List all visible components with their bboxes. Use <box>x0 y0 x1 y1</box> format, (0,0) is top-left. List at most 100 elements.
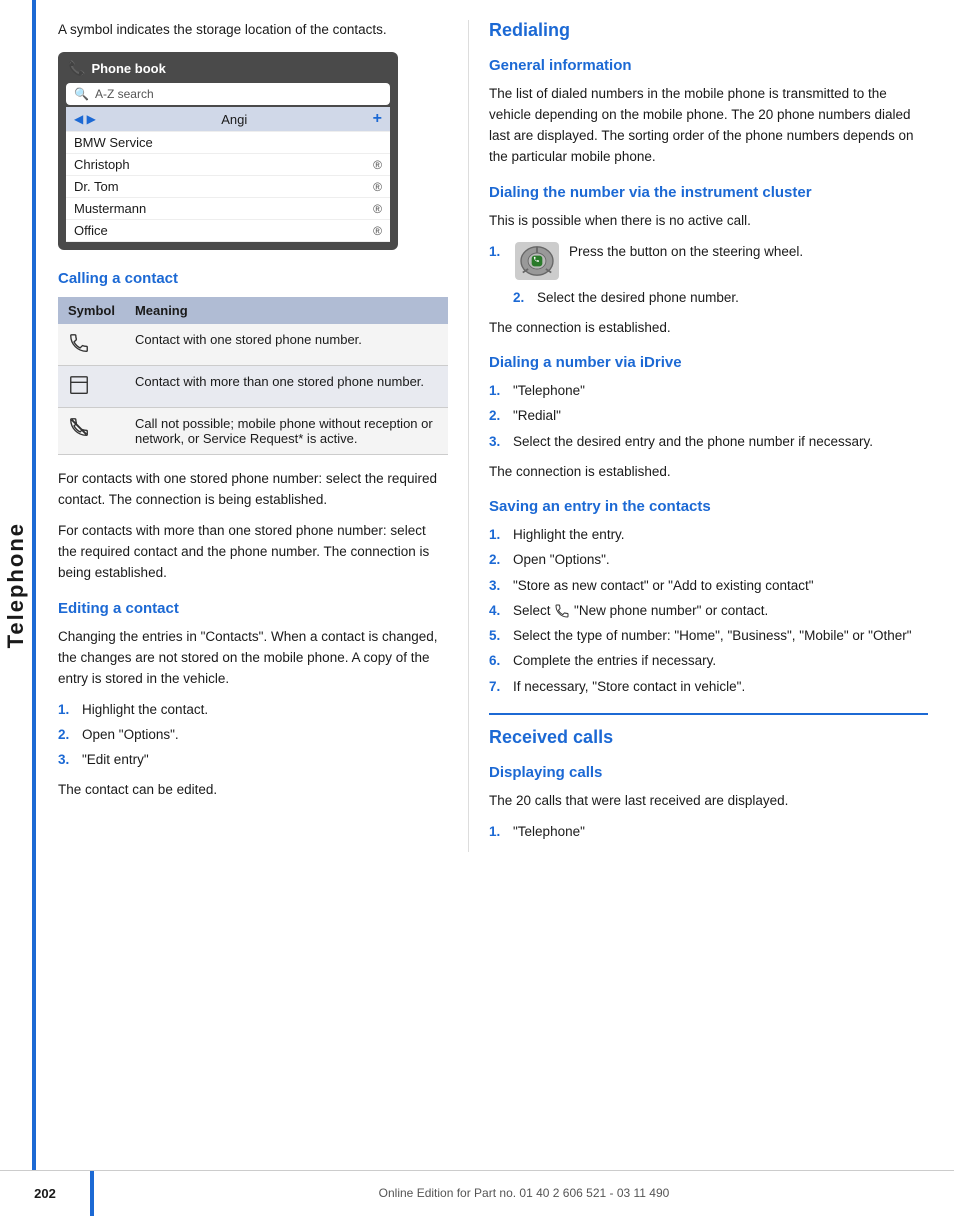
dialing-instrument-heading: Dialing the number via the instrument cl… <box>489 184 928 201</box>
contact-row-mustermann[interactable]: Mustermann ® <box>66 198 390 220</box>
step-number: 2. <box>58 725 74 745</box>
idrive-steps-list: 1. "Telephone" 2. "Redial" 3. Select the… <box>489 381 928 452</box>
step-text: If necessary, "Store contact in vehicle"… <box>513 677 745 697</box>
contact-row-bmw[interactable]: BMW Service <box>66 132 390 154</box>
list-item: 7. If necessary, "Store contact in vehic… <box>489 677 928 697</box>
dialing-step2-container: 2. Select the desired phone number. <box>513 288 928 308</box>
footer: 202 Online Edition for Part no. 01 40 2 … <box>0 1170 954 1215</box>
step-text: "Telephone" <box>513 381 585 401</box>
step-text: Select the type of number: "Home", "Busi… <box>513 626 912 646</box>
step-text: "Redial" <box>513 406 561 426</box>
dialing-idrive-heading: Dialing a number via iDrive <box>489 354 928 371</box>
search-icon: 🔍 <box>74 87 89 101</box>
step-number: 1. <box>489 525 505 545</box>
editing-steps-list: 1. Highlight the contact. 2. Open "Optio… <box>58 700 448 771</box>
table-row: Contact with more than one stored phone … <box>58 366 448 408</box>
editing-outro: The contact can be edited. <box>58 780 448 801</box>
list-item: 2. Open "Options". <box>489 550 928 570</box>
step-text: "Telephone" <box>513 822 585 842</box>
contact-row-angi: ◀ ▶ Angi + <box>66 107 390 132</box>
list-item: 4. Select "New phone number" or contact. <box>489 601 928 621</box>
contact-name-bmw: BMW Service <box>74 135 153 150</box>
displaying-calls-text: The 20 calls that were last received are… <box>489 791 928 812</box>
contact-name-drtom: Dr. Tom <box>74 179 119 194</box>
step-text: Highlight the entry. <box>513 525 625 545</box>
contact-row-office[interactable]: Office ® <box>66 220 390 242</box>
main-content: A symbol indicates the storage location … <box>48 0 954 872</box>
search-bar[interactable]: 🔍 A-Z search <box>66 83 390 105</box>
footer-text: Online Edition for Part no. 01 40 2 606 … <box>94 1186 954 1200</box>
list-item: 3. Select the desired entry and the phon… <box>489 432 928 452</box>
step-number: 1. <box>489 822 505 842</box>
list-item: 2. Open "Options". <box>58 725 448 745</box>
phone-icon-office: ® <box>373 224 382 238</box>
connection-text-2: The connection is established. <box>489 462 928 482</box>
contact-name-mustermann: Mustermann <box>74 201 146 216</box>
connection-text-1: The connection is established. <box>489 318 928 338</box>
list-item: 1. "Telephone" <box>489 381 928 401</box>
step-number: 5. <box>489 626 505 646</box>
step-text: Select "New phone number" or contact. <box>513 601 768 621</box>
step-number: 3. <box>58 750 74 770</box>
step-number: 1. <box>58 700 74 720</box>
step-text: Highlight the contact. <box>82 700 208 720</box>
contact-list: ◀ ▶ Angi + BMW Service Christoph ® Dr. T… <box>66 107 390 242</box>
blue-border <box>32 0 36 1170</box>
step-number: 4. <box>489 601 505 621</box>
contact-name-angi: Angi <box>221 112 247 127</box>
step-number: 7. <box>489 677 505 697</box>
step-number: 1. <box>489 381 505 401</box>
dialing-instrument-intro: This is possible when there is no active… <box>489 211 928 232</box>
displaying-calls-heading: Displaying calls <box>489 764 928 781</box>
search-placeholder: A-Z search <box>95 87 154 101</box>
step-number: 2. <box>489 406 505 426</box>
calling-para1: For contacts with one stored phone numbe… <box>58 469 448 511</box>
table-cell-meaning-1: Contact with one stored phone number. <box>125 324 448 366</box>
left-column: A symbol indicates the storage location … <box>48 20 468 852</box>
page-number: 202 <box>0 1186 90 1201</box>
table-row: Call not possible; mobile phone without … <box>58 408 448 455</box>
table-cell-meaning-3: Call not possible; mobile phone without … <box>125 408 448 455</box>
list-item: 2. "Redial" <box>489 406 928 426</box>
saving-entry-heading: Saving an entry in the contacts <box>489 498 928 515</box>
symbol-phone <box>58 324 125 366</box>
general-info-text: The list of dialed numbers in the mobile… <box>489 84 928 168</box>
symbol-multiple <box>58 366 125 408</box>
add-button[interactable]: + <box>373 110 382 128</box>
contact-row-christoph[interactable]: Christoph ® <box>66 154 390 176</box>
step-text: Select the desired entry and the phone n… <box>513 432 873 452</box>
phone-icon-mustermann: ® <box>373 202 382 216</box>
list-item: 1. Highlight the contact. <box>58 700 448 720</box>
list-item: 1. Highlight the entry. <box>489 525 928 545</box>
step-text: Press the button on the steering wheel. <box>569 242 803 262</box>
step-text: Open "Options". <box>82 725 179 745</box>
general-info-heading: General information <box>489 57 928 74</box>
calling-para2: For contacts with more than one stored p… <box>58 521 448 584</box>
list-item: 1. "Telephone" <box>489 822 928 842</box>
step-number: 2. <box>489 550 505 570</box>
phonebook-title: Phone book <box>91 61 165 76</box>
contact-name-christoph: Christoph <box>74 157 130 172</box>
step-text: Select the desired phone number. <box>537 288 739 308</box>
step-text: "Edit entry" <box>82 750 149 770</box>
list-item: 3. "Store as new contact" or "Add to exi… <box>489 576 928 596</box>
step-number: 6. <box>489 651 505 671</box>
step-number: 1. <box>489 244 505 259</box>
editing-contact-heading: Editing a contact <box>58 600 448 617</box>
displaying-steps-list: 1. "Telephone" <box>489 822 928 842</box>
step-text: "Store as new contact" or "Add to existi… <box>513 576 814 596</box>
phonebook-widget: 📞 Phone book 🔍 A-Z search ◀ ▶ Angi + BMW… <box>58 52 398 250</box>
steering-wheel-icon <box>515 242 559 280</box>
editing-contact-intro: Changing the entries in "Contacts". When… <box>58 627 448 690</box>
nav-arrows[interactable]: ◀ ▶ <box>74 112 96 126</box>
right-column: Redialing General information The list o… <box>468 20 928 852</box>
contact-row-drtom[interactable]: Dr. Tom ® <box>66 176 390 198</box>
symbol-table: Symbol Meaning Contact with one stored p… <box>58 297 448 455</box>
phonebook-icon: 📞 <box>68 60 85 77</box>
redialing-heading: Redialing <box>489 20 928 41</box>
table-cell-meaning-2: Contact with more than one stored phone … <box>125 366 448 408</box>
step-text: Open "Options". <box>513 550 610 570</box>
table-header-meaning: Meaning <box>125 297 448 324</box>
step-number: 3. <box>489 432 505 452</box>
table-header-symbol: Symbol <box>58 297 125 324</box>
